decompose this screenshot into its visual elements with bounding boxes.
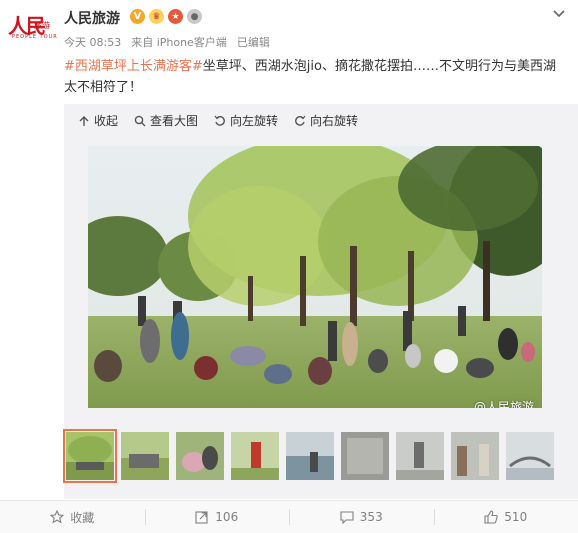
view-large-label: 查看大图: [150, 114, 199, 128]
post-meta: 今天 08:53 来自 iPhone客户端 已编辑: [64, 34, 270, 50]
thumbnail[interactable]: [396, 432, 444, 480]
rotate-right-label: 向右旋转: [310, 114, 359, 128]
thumbnail[interactable]: [341, 432, 389, 480]
logo-en: PEOPLE TOUR: [12, 34, 58, 40]
comment-count: 353: [359, 510, 383, 524]
comment-button[interactable]: 353: [289, 501, 434, 533]
avatar[interactable]: 人民 旅游 PEOPLE TOUR: [8, 8, 58, 44]
action-bar: 收藏 106 353 510: [0, 500, 578, 533]
thumbnail[interactable]: [63, 429, 117, 483]
edited-label[interactable]: 已编辑: [237, 34, 270, 50]
search-icon: [134, 115, 146, 126]
image-toolbar: 收起 查看大图 向左旋转 向右旋转: [78, 112, 358, 129]
thumbnail[interactable]: [231, 432, 279, 480]
like-count: 510: [504, 510, 528, 524]
logo-sub: 旅游: [34, 21, 50, 30]
media-viewer: 收起 查看大图 向左旋转 向右旋转 @人民旅游: [63, 104, 578, 499]
favorite-label: 收藏: [70, 510, 95, 525]
post-source: 来自 iPhone客户端: [131, 36, 227, 49]
badge-row: V ♛ ★ ●: [130, 9, 202, 24]
repost-icon: [195, 511, 208, 524]
username[interactable]: 人民旅游: [64, 8, 120, 28]
watermark: @人民旅游: [473, 400, 534, 408]
park-lawn-photo: [88, 146, 542, 408]
collapse-label: 收起: [94, 114, 119, 128]
star-medal-icon[interactable]: ★: [168, 9, 183, 24]
post-time[interactable]: 今天 08:53: [64, 34, 121, 50]
thumbnail[interactable]: [121, 432, 169, 480]
main-photo[interactable]: @人民旅游: [88, 146, 542, 408]
verified-icon[interactable]: V: [130, 9, 145, 24]
star-icon: [50, 510, 65, 524]
rotate-right-icon: [295, 115, 306, 126]
thumbnail-strip: [63, 429, 554, 483]
rotate-left-icon: [214, 115, 225, 126]
post-body: #西湖草坪上长满游客#坐草坪、西湖水泡jio、摘花撒花摆拍……不文明行为与美西湖…: [64, 56, 564, 98]
arrow-up-icon: [79, 115, 89, 126]
member-crown-icon[interactable]: ♛: [149, 9, 164, 24]
rotate-right-button[interactable]: 向右旋转: [294, 112, 358, 129]
favorite-button[interactable]: 收藏: [0, 501, 145, 533]
chevron-down-icon[interactable]: [552, 6, 566, 20]
weibo-post-card: 人民 旅游 PEOPLE TOUR 人民旅游 V ♛ ★ ● 今天 08:53 …: [0, 0, 578, 533]
like-button[interactable]: 510: [433, 501, 578, 533]
topic-link[interactable]: #西湖草坪上长满游客#: [64, 59, 203, 74]
silver-medal-icon[interactable]: ●: [187, 9, 202, 24]
collapse-button[interactable]: 收起: [78, 112, 118, 129]
repost-count: 106: [215, 510, 239, 524]
thumbnail[interactable]: [286, 432, 334, 480]
comment-icon: [340, 511, 354, 524]
thumbnail[interactable]: [176, 432, 224, 480]
rotate-left-button[interactable]: 向左旋转: [214, 112, 278, 129]
rotate-left-label: 向左旋转: [230, 114, 279, 128]
view-large-button[interactable]: 查看大图: [134, 112, 198, 129]
thumbnail[interactable]: [451, 432, 499, 480]
thumbs-up-icon: [484, 510, 499, 524]
thumbnail[interactable]: [506, 432, 554, 480]
repost-button[interactable]: 106: [144, 501, 290, 533]
